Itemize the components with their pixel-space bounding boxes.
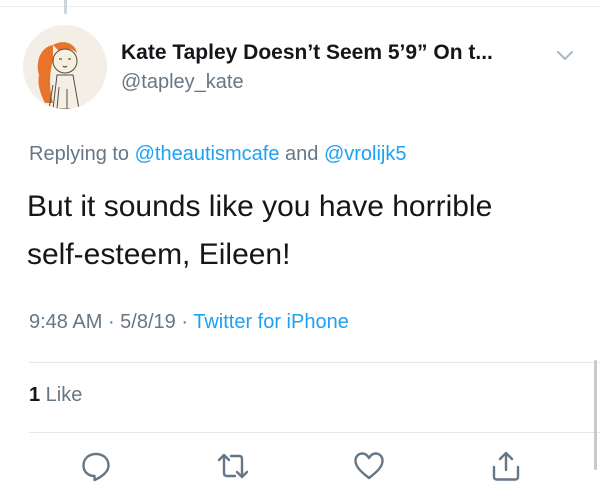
thread-connector-line	[64, 0, 67, 14]
scrollbar[interactable]	[594, 360, 597, 470]
replying-to-line: Replying to @theautismcafe and @vrolijk5	[29, 143, 406, 166]
likes-divider	[29, 432, 600, 433]
likes-label: Like	[40, 384, 83, 406]
meta-separator: ·	[102, 311, 121, 333]
mention-link-vrolijk5[interactable]: @vrolijk5	[324, 143, 407, 165]
replying-to-conjunction: and	[279, 143, 324, 165]
likes-count-button[interactable]: 1 Like	[29, 384, 82, 407]
likes-count: 1	[29, 384, 41, 406]
author-handle[interactable]: @tapley_kate	[121, 71, 244, 94]
retweet-icon	[217, 453, 249, 479]
retweet-button[interactable]	[216, 449, 250, 483]
meta-separator: ·	[175, 311, 194, 333]
mention-link-theautismcafe[interactable]: @theautismcafe	[135, 143, 280, 165]
tweet-source-link[interactable]: Twitter for iPhone	[193, 311, 349, 333]
share-icon	[492, 451, 520, 481]
heart-icon	[354, 452, 384, 480]
avatar[interactable]	[23, 25, 107, 109]
reply-icon	[82, 452, 110, 482]
tweet-detail-view: Kate Tapley Doesn’t Seem 5’9” On t... @t…	[0, 0, 600, 504]
avatar-drawing	[23, 25, 107, 109]
tweet-text: But it sounds like you have horrible sel…	[27, 183, 577, 279]
tweet-meta: 9:48 AM · 5/8/19 · Twitter for iPhone	[29, 311, 349, 334]
top-divider	[0, 6, 600, 7]
like-button[interactable]	[352, 449, 386, 483]
tweet-text-line: self-esteem, Eileen!	[27, 238, 291, 271]
tweet-text-line: But it sounds like you have horrible	[27, 190, 493, 223]
author-display-name[interactable]: Kate Tapley Doesn’t Seem 5’9” On t...	[121, 41, 493, 65]
reply-button[interactable]	[79, 449, 113, 483]
meta-divider	[29, 362, 600, 363]
share-button[interactable]	[489, 449, 523, 483]
tweet-time: 9:48 AM	[29, 311, 103, 333]
tweet-date: 5/8/19	[120, 311, 176, 333]
chevron-down-icon[interactable]	[556, 49, 574, 61]
replying-to-label: Replying to	[29, 143, 135, 165]
